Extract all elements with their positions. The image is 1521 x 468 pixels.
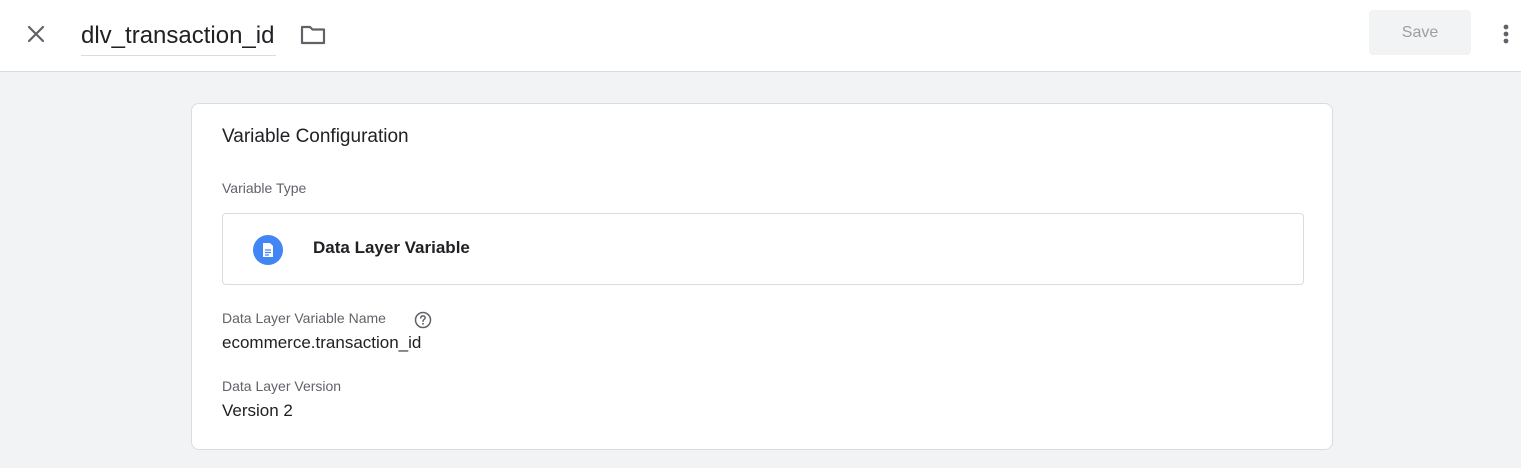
variable-configuration-card: Variable Configuration Variable Type Dat…: [191, 103, 1333, 450]
more-vert-icon[interactable]: [1492, 18, 1520, 50]
top-bar: dlv_transaction_id Save: [0, 0, 1521, 72]
dl-version-value: Version 2: [222, 401, 293, 420]
help-icon[interactable]: [413, 310, 433, 330]
dl-version-label: Data Layer Version: [222, 378, 342, 394]
variable-type-label: Variable Type: [222, 180, 307, 196]
save-button[interactable]: Save: [1369, 10, 1471, 55]
card-title: Variable Configuration: [222, 126, 409, 147]
variable-name-text[interactable]: dlv_transaction_id: [81, 18, 274, 54]
document-icon: [253, 235, 283, 265]
variable-type-value: Data Layer Variable: [313, 238, 470, 257]
variable-type-selector[interactable]: Data Layer Variable: [222, 213, 1304, 285]
dlv-name-value: ecommerce.transaction_id: [222, 333, 422, 352]
dlv-name-label: Data Layer Variable Name: [222, 310, 386, 326]
folder-icon[interactable]: [297, 19, 329, 51]
variable-name-field[interactable]: dlv_transaction_id: [81, 16, 277, 56]
close-icon[interactable]: [18, 16, 54, 52]
